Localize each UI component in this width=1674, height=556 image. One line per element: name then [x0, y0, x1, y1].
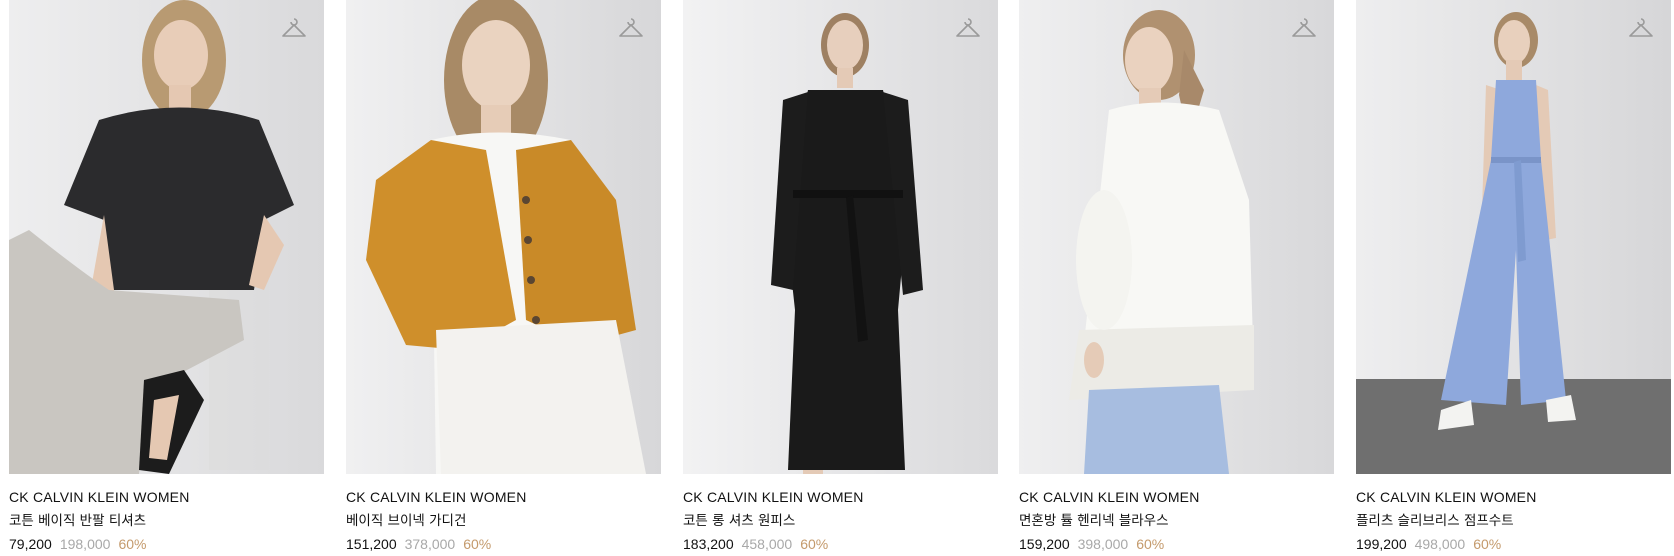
brand-name[interactable]: CK CALVIN KLEIN WOMEN — [1356, 488, 1671, 506]
original-price: 498,000 — [1414, 536, 1466, 552]
sale-price: 79,200 — [9, 536, 52, 552]
sale-price: 151,200 — [346, 536, 397, 552]
price-row: 199,200 498,000 60% — [1356, 534, 1671, 554]
product-name[interactable]: 플리츠 슬리브리스 점프수트 — [1356, 511, 1671, 531]
price-row: 183,200 458,000 60% — [683, 534, 998, 554]
product-image[interactable] — [346, 0, 661, 474]
discount-rate: 60% — [1473, 536, 1502, 552]
hanger-icon[interactable] — [281, 17, 307, 41]
price-row: 151,200 378,000 60% — [346, 534, 661, 554]
original-price: 458,000 — [741, 536, 793, 552]
product-card[interactable]: CK CALVIN KLEIN WOMEN 코튼 베이직 반팔 티셔츠 79,2… — [9, 0, 324, 554]
brand-name[interactable]: CK CALVIN KLEIN WOMEN — [346, 488, 661, 506]
original-price: 198,000 — [59, 536, 111, 552]
product-name[interactable]: 면혼방 튤 헨리넥 블라우스 — [1019, 511, 1334, 531]
brand-name[interactable]: CK CALVIN KLEIN WOMEN — [9, 488, 324, 506]
brand-name[interactable]: CK CALVIN KLEIN WOMEN — [1019, 488, 1334, 506]
hanger-icon[interactable] — [618, 17, 644, 41]
product-card[interactable]: CK CALVIN KLEIN WOMEN 베이직 브이넥 가디건 151,20… — [346, 0, 661, 554]
price-row: 159,200 398,000 60% — [1019, 534, 1334, 554]
product-image[interactable] — [1356, 0, 1671, 474]
product-card[interactable]: CK CALVIN KLEIN WOMEN 플리츠 슬리브리스 점프수트 199… — [1356, 0, 1671, 554]
product-card[interactable]: CK CALVIN KLEIN WOMEN 면혼방 튤 헨리넥 블라우스 159… — [1019, 0, 1334, 554]
sale-price: 159,200 — [1019, 536, 1070, 552]
model-photo — [683, 0, 998, 474]
model-photo — [346, 0, 661, 474]
sale-price: 199,200 — [1356, 536, 1407, 552]
price-row: 79,200 198,000 60% — [9, 534, 324, 554]
discount-rate: 60% — [800, 536, 829, 552]
discount-rate: 60% — [1136, 536, 1165, 552]
discount-rate: 60% — [118, 536, 147, 552]
model-photo — [1356, 0, 1671, 474]
model-photo — [1019, 0, 1334, 474]
original-price: 378,000 — [404, 536, 456, 552]
sale-price: 183,200 — [683, 536, 734, 552]
discount-rate: 60% — [463, 536, 492, 552]
hanger-icon[interactable] — [1291, 17, 1317, 41]
original-price: 398,000 — [1077, 536, 1129, 552]
product-image[interactable] — [1019, 0, 1334, 474]
model-photo — [9, 0, 324, 474]
hanger-icon[interactable] — [955, 17, 981, 41]
product-name[interactable]: 베이직 브이넥 가디건 — [346, 511, 661, 531]
hanger-icon[interactable] — [1628, 17, 1654, 41]
product-image[interactable] — [683, 0, 998, 474]
product-grid: CK CALVIN KLEIN WOMEN 코튼 베이직 반팔 티셔츠 79,2… — [0, 0, 1674, 556]
brand-name[interactable]: CK CALVIN KLEIN WOMEN — [683, 488, 998, 506]
product-card[interactable]: CK CALVIN KLEIN WOMEN 코튼 롱 셔츠 원피스 183,20… — [683, 0, 998, 554]
product-name[interactable]: 코튼 롱 셔츠 원피스 — [683, 511, 998, 531]
product-image[interactable] — [9, 0, 324, 474]
product-name[interactable]: 코튼 베이직 반팔 티셔츠 — [9, 511, 324, 531]
